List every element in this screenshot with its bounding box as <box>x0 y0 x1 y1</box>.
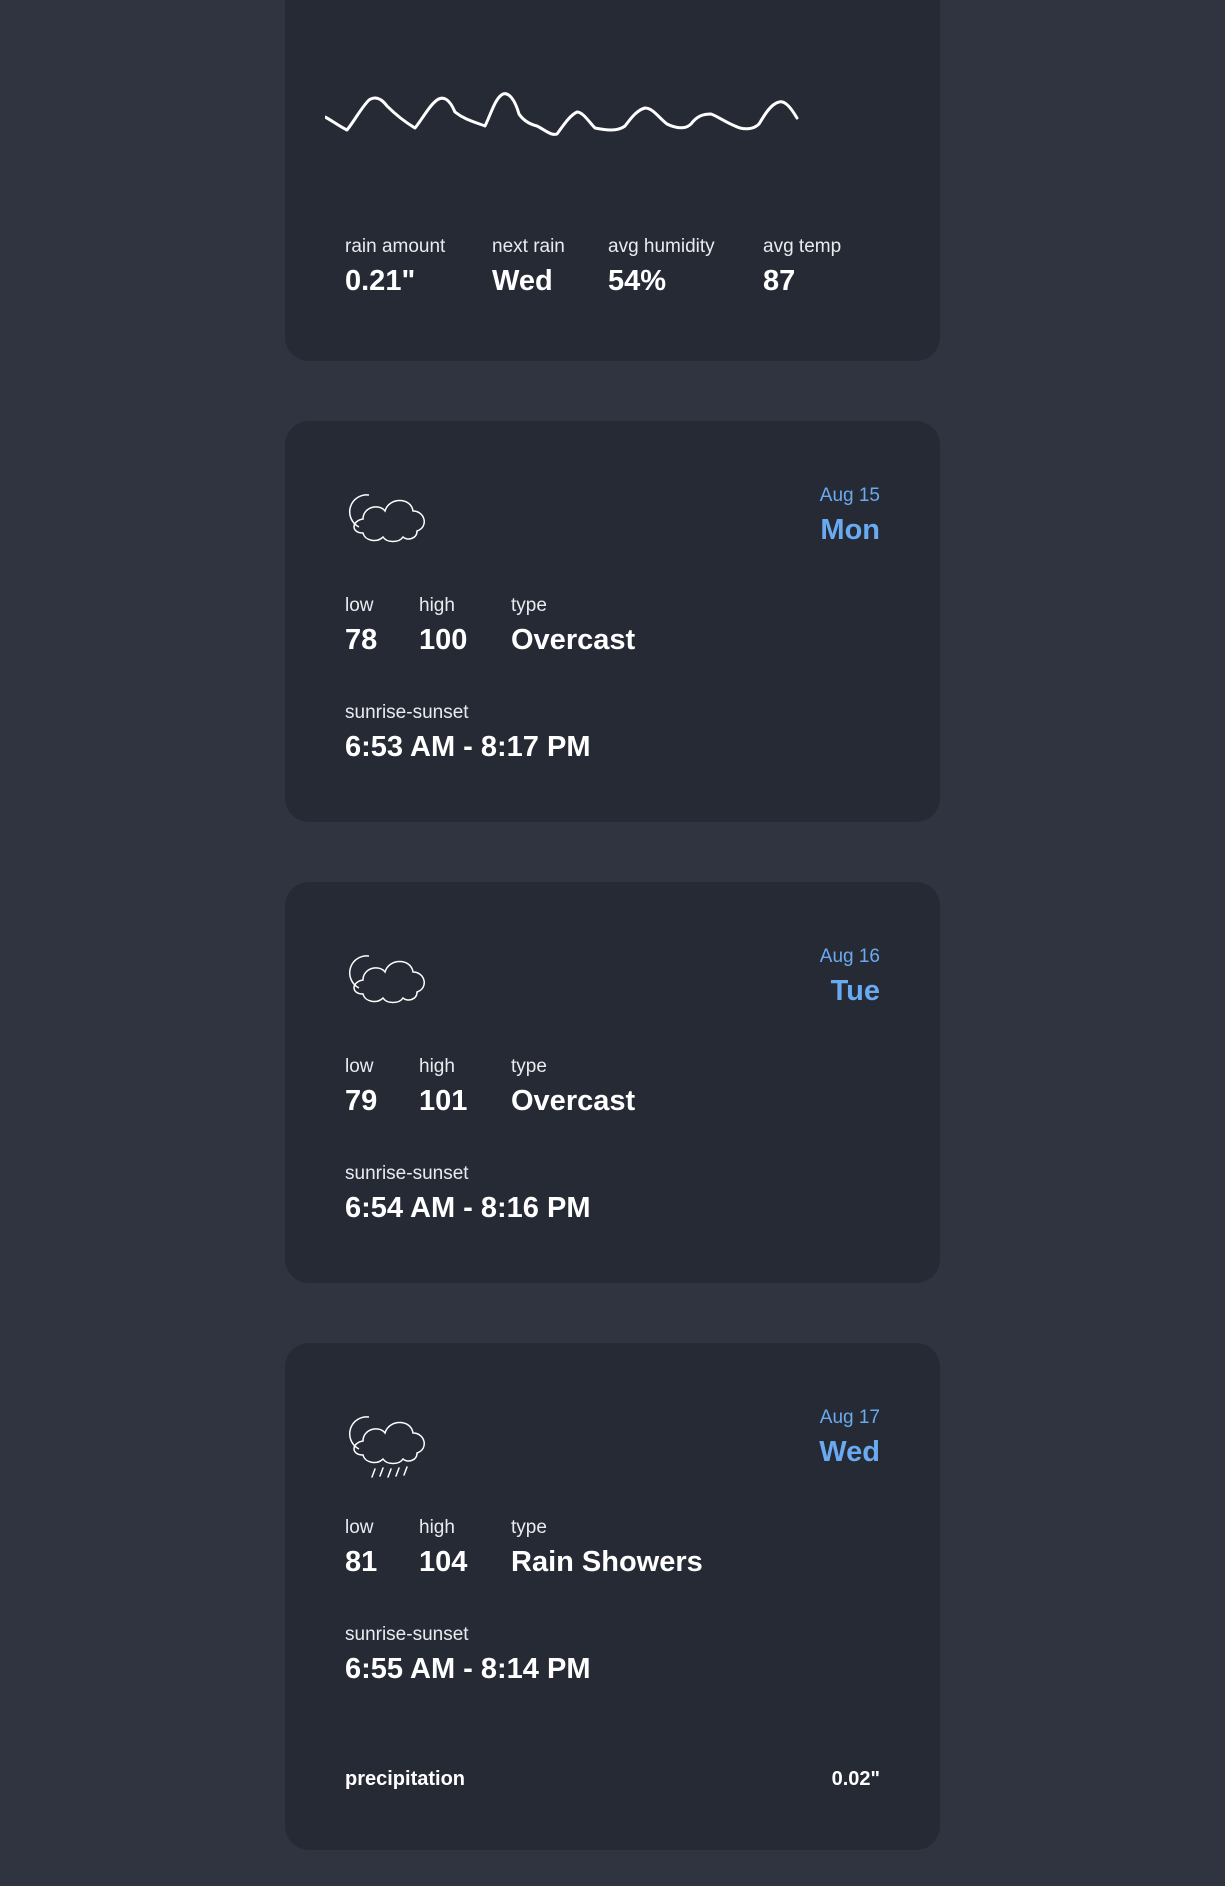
temperature-sparkline <box>325 92 799 136</box>
low-temp: low 79 <box>345 1056 377 1118</box>
type-value: Overcast <box>511 1085 636 1117</box>
low-value: 81 <box>345 1546 378 1578</box>
cloudy-icon <box>349 494 425 543</box>
high-value: 100 <box>419 624 468 656</box>
date-label: Aug 16 <box>819 946 880 967</box>
low-value: 79 <box>345 1085 378 1117</box>
high-label: high <box>419 595 455 616</box>
high-temp: high 101 <box>419 1056 467 1118</box>
weather-type: type Overcast <box>511 1056 635 1118</box>
weather-type: type Rain Showers <box>511 1517 703 1579</box>
stat-value: 54% <box>608 265 667 297</box>
rain-showers-icon <box>349 1416 425 1478</box>
sunrise-sunset: sunrise-sunset 6:53 AM - 8:17 PM <box>345 702 591 764</box>
stat-value: Wed <box>492 265 553 297</box>
summary-card: rain amount 0.21" next rain Wed avg humi… <box>285 0 940 361</box>
low-temp: low 81 <box>345 1517 377 1579</box>
low-label: low <box>345 1056 374 1077</box>
type-value: Rain Showers <box>511 1546 703 1578</box>
date-label: Aug 17 <box>819 1407 880 1428</box>
stat-label: rain amount <box>345 236 446 257</box>
high-value: 104 <box>419 1546 468 1578</box>
date-block: Aug 17 Wed <box>819 1407 880 1469</box>
high-label: high <box>419 1056 455 1077</box>
cloudy-icon <box>349 955 425 1004</box>
high-label: high <box>419 1517 455 1538</box>
type-label: type <box>511 1517 547 1538</box>
low-label: low <box>345 1517 374 1538</box>
forecast-card-wed: Aug 17 Wed low 81 high 104 type Rain Sho… <box>285 1343 940 1850</box>
date-block: Aug 16 Tue <box>820 946 880 1008</box>
weather-type: type Overcast <box>511 595 635 657</box>
stat-label: next rain <box>492 236 565 257</box>
type-value: Overcast <box>511 624 636 656</box>
stat-avg-temp: avg temp 87 <box>763 236 841 298</box>
high-value: 101 <box>419 1085 468 1117</box>
low-temp: low 78 <box>345 595 377 657</box>
forecast-card-tue: Aug 16 Tue low 79 high 101 type Overcast… <box>285 882 940 1283</box>
stat-label: avg humidity <box>608 236 715 257</box>
sunrise-sunset: sunrise-sunset 6:54 AM - 8:16 PM <box>345 1163 591 1225</box>
stat-avg-humidity: avg humidity 54% <box>608 236 715 298</box>
sunrise-sunset: sunrise-sunset 6:55 AM - 8:14 PM <box>345 1624 591 1686</box>
sunrise-sunset-label: sunrise-sunset <box>345 1624 469 1645</box>
stat-rain-amount: rain amount 0.21" <box>345 236 445 298</box>
stat-label: avg temp <box>763 236 842 257</box>
sunrise-sunset-label: sunrise-sunset <box>345 1163 469 1184</box>
date-label: Aug 15 <box>819 485 880 506</box>
day-label: Wed <box>819 1436 880 1468</box>
low-label: low <box>345 595 374 616</box>
day-label: Tue <box>830 975 880 1007</box>
type-label: type <box>511 595 547 616</box>
stat-next-rain: next rain Wed <box>492 236 565 298</box>
sunrise-sunset-value: 6:53 AM - 8:17 PM <box>345 731 591 763</box>
sunrise-sunset-label: sunrise-sunset <box>345 702 469 723</box>
type-label: type <box>511 1056 547 1077</box>
day-label: Mon <box>820 514 880 546</box>
sunrise-sunset-value: 6:55 AM - 8:14 PM <box>345 1653 591 1685</box>
high-temp: high 104 <box>419 1517 467 1579</box>
stat-value: 87 <box>763 265 796 297</box>
forecast-card-mon: Aug 15 Mon low 78 high 100 type Overcast… <box>285 421 940 822</box>
low-value: 78 <box>345 624 378 656</box>
precipitation-value: 0.02" <box>831 1768 880 1790</box>
precipitation-label: precipitation <box>345 1768 466 1790</box>
stat-value: 0.21" <box>345 265 416 297</box>
high-temp: high 100 <box>419 595 467 657</box>
date-block: Aug 15 Mon <box>820 485 880 547</box>
sunrise-sunset-value: 6:54 AM - 8:16 PM <box>345 1192 591 1224</box>
